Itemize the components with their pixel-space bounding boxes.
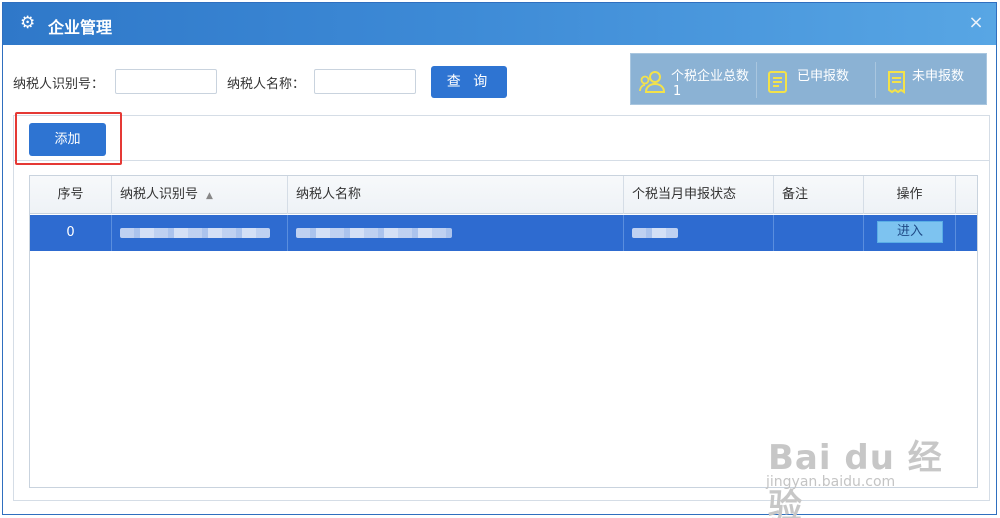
enter-button[interactable]: 进入 [877, 221, 943, 243]
stat-total-enterprises[interactable]: 个税企业总数 1 [631, 54, 755, 106]
column-header-index[interactable]: 序号 [30, 176, 112, 214]
taxpayer-id-input[interactable] [115, 69, 217, 94]
column-header-taxpayer-name[interactable]: 纳税人名称 [288, 176, 624, 214]
stat-undeclared[interactable]: 未申报数 [876, 54, 988, 106]
stat-total-value: 1 [673, 84, 682, 99]
add-button[interactable]: 添加 [29, 123, 106, 156]
undeclared-receipt-icon [888, 71, 905, 94]
stat-declared[interactable]: 已申报数 [757, 54, 875, 106]
close-icon[interactable]: × [966, 13, 986, 33]
stat-declared-label: 已申报数 [797, 69, 850, 84]
redacted-taxpayer-id [120, 228, 270, 238]
column-header-status[interactable]: 个税当月申报状态 [624, 176, 774, 214]
redacted-taxpayer-name [296, 228, 452, 238]
cell-status [624, 215, 774, 251]
cell-index: 0 [30, 215, 112, 251]
column-header-remark[interactable]: 备注 [774, 176, 864, 214]
declared-doc-icon [768, 71, 787, 93]
column-header-taxpayer-id[interactable]: 纳税人识别号 ▲ [112, 176, 288, 214]
query-button[interactable]: 查 询 [431, 66, 507, 98]
redacted-status [632, 228, 678, 238]
stats-panel: 个税企业总数 1 已申报数 未申报数 [630, 53, 987, 105]
users-icon [639, 71, 665, 93]
cell-action: 进入 [864, 215, 956, 251]
stat-total-label: 个税企业总数 [671, 69, 750, 84]
watermark-url: jingyan.baidu.com [766, 474, 896, 490]
baidu-jingyan-watermark: Bai du 经验 jingyan.baidu.com [762, 412, 962, 518]
stat-undeclared-label: 未申报数 [912, 69, 965, 84]
dialog-title: 企业管理 [48, 18, 113, 37]
sort-ascending-icon[interactable]: ▲ [206, 191, 213, 201]
table-header: 序号 纳税人识别号 ▲ 纳税人名称 个税当月申报状态 备注 操作 [30, 176, 977, 214]
cell-taxpayer-id [112, 215, 288, 251]
taxpayer-id-label: 纳税人识别号： [13, 77, 105, 92]
table-row[interactable]: 0 进入 [30, 215, 977, 251]
cell-taxpayer-name [288, 215, 624, 251]
taxpayer-name-label: 纳税人名称： [227, 77, 306, 92]
column-header-action[interactable]: 操作 [864, 176, 956, 214]
toolbar-divider [14, 160, 989, 161]
taxpayer-name-input[interactable] [314, 69, 416, 94]
gear-icon: ⚙ [20, 13, 36, 33]
title-bar: ⚙ 企业管理 × [3, 3, 996, 45]
cell-remark [774, 215, 864, 251]
